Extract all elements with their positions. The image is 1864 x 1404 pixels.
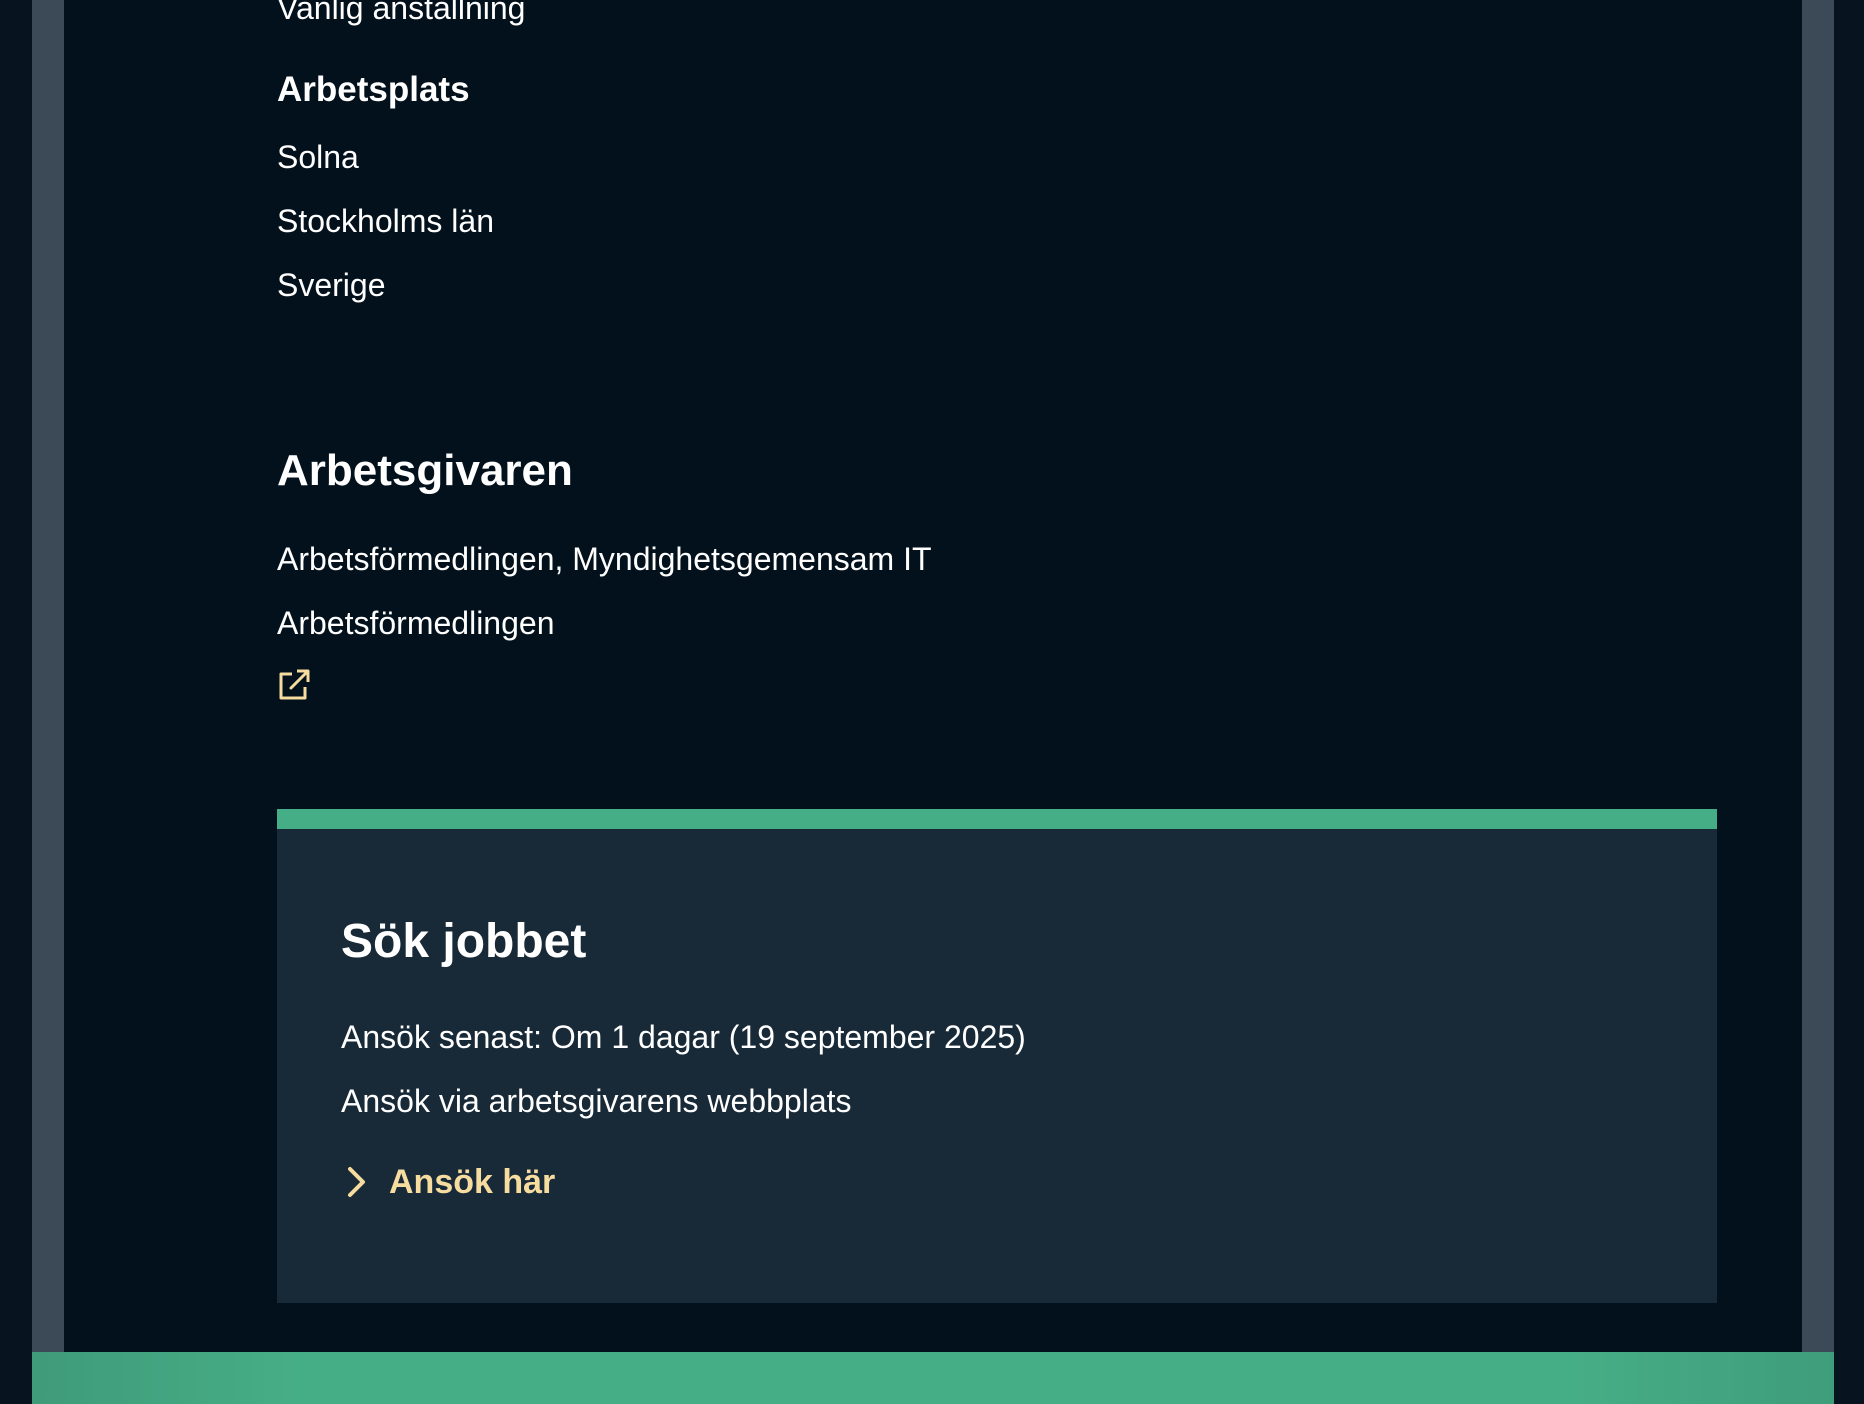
chevron-right-icon xyxy=(348,1167,365,1197)
workplace-heading: Arbetsplats xyxy=(277,70,470,109)
apply-card: Sök jobbet Ansök senast: Om 1 dagar (19 … xyxy=(277,809,1717,1303)
right-border-rail xyxy=(1802,0,1834,1352)
left-border-rail xyxy=(32,0,64,1352)
employment-type-value: Vanlig anställning xyxy=(277,0,526,26)
apply-card-accent-bar xyxy=(277,809,1717,829)
footer-bar xyxy=(32,1352,1834,1404)
external-link-icon xyxy=(279,669,310,700)
apply-method: Ansök via arbetsgivarens webbplats xyxy=(341,1083,852,1119)
apply-heading: Sök jobbet xyxy=(341,915,587,968)
employer-website-link[interactable] xyxy=(277,668,311,702)
job-ad-content: Vanlig anställning Arbetsplats Solna Sto… xyxy=(64,0,1802,1352)
workplace-city: Solna xyxy=(277,139,359,175)
workplace-county: Stockholms län xyxy=(277,203,494,239)
workplace-country: Sverige xyxy=(277,267,386,303)
apply-here-label: Ansök här xyxy=(389,1162,556,1201)
employer-department: Arbetsförmedlingen, Myndighetsgemensam I… xyxy=(277,541,932,577)
apply-deadline: Ansök senast: Om 1 dagar (19 september 2… xyxy=(341,1019,1026,1055)
browser-viewport: Vanlig anställning Arbetsplats Solna Sto… xyxy=(0,0,1864,1404)
employer-name: Arbetsförmedlingen xyxy=(277,605,555,641)
apply-here-link[interactable]: Ansök här xyxy=(341,1160,555,1204)
employer-heading: Arbetsgivaren xyxy=(277,446,573,495)
